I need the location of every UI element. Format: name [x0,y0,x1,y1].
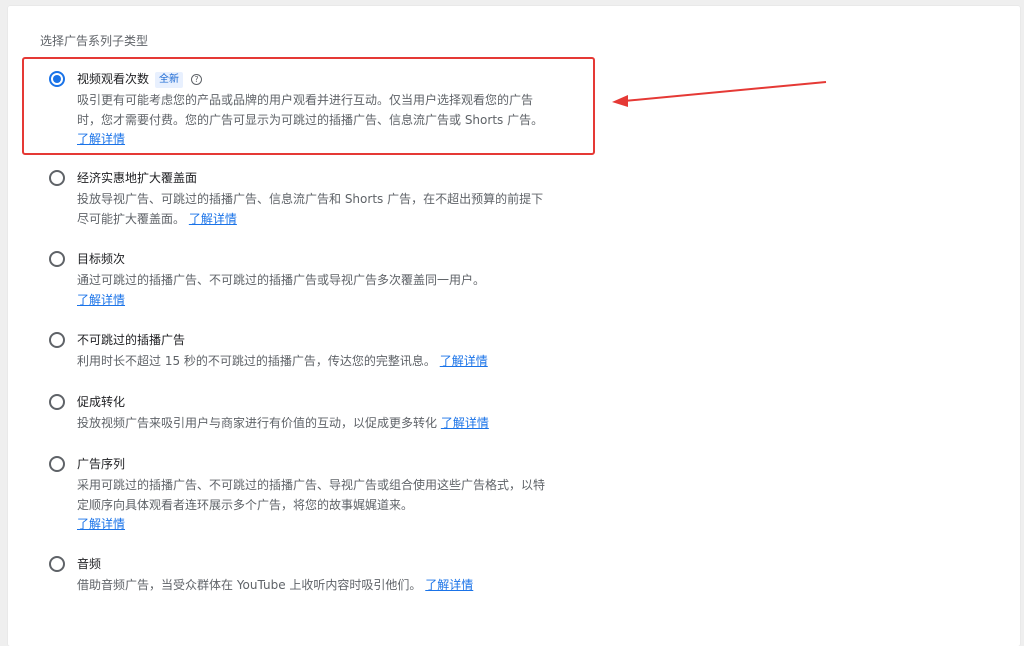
option-title: 广告序列 [77,457,126,471]
learn-more-link[interactable]: 了解详情 [77,517,125,531]
option-description: 投放视频广告来吸引用户与商家进行有价值的互动，以促成更多转化 了解详情 [77,414,551,434]
radio-button[interactable] [49,556,65,572]
learn-more-link[interactable]: 了解详情 [425,578,473,592]
option-title: 促成转化 [77,395,126,409]
option-description: 采用可跳过的插播广告、不可跳过的插播广告、导视广告或组合使用这些广告格式，以特定… [77,476,551,535]
option-description: 通过可跳过的插播广告、不可跳过的插播广告或导视广告多次覆盖同一用户。 了解详情 [77,271,551,310]
option-description-text: 通过可跳过的插播广告、不可跳过的插播广告或导视广告多次覆盖同一用户。 [77,273,486,287]
learn-more-link[interactable]: 了解详情 [189,212,237,226]
option-description-text: 借助音频广告，当受众群体在 YouTube 上收听内容时吸引他们。 [77,578,422,592]
option-description-text: 吸引更有可能考虑您的产品或品牌的用户观看并进行互动。仅当用户选择观看您的广告时，… [77,93,544,127]
option-title: 音频 [77,557,102,571]
learn-more-link[interactable]: 了解详情 [441,416,489,430]
help-circle-icon[interactable]: ? [191,74,203,85]
option-description-text: 投放视频广告来吸引用户与商家进行有价值的互动，以促成更多转化 [77,416,438,430]
option-title: 经济实惠地扩大覆盖面 [77,171,198,185]
learn-more-link[interactable]: 了解详情 [440,354,488,368]
option-title: 不可跳过的插播广告 [77,333,186,347]
radio-button[interactable] [49,170,65,186]
option-description: 吸引更有可能考虑您的产品或品牌的用户观看并进行互动。仅当用户选择观看您的广告时，… [77,91,551,150]
option-description: 投放导视广告、可跳过的插播广告、信息流广告和 Shorts 广告，在不超出预算的… [77,190,551,229]
section-title: 选择广告系列子类型 [40,34,149,48]
option-title: 目标频次 [77,252,126,266]
campaign-subtype-card: 选择广告系列子类型 视频观看次数 全新 ? 吸引更有可能考虑您的产品或品牌的用户… [8,6,1020,646]
radio-button[interactable] [49,394,65,410]
option-description-text: 投放导视广告、可跳过的插播广告、信息流广告和 Shorts 广告，在不超出预算的… [77,192,544,226]
option-description-text: 利用时长不超过 15 秒的不可跳过的插播广告，传达您的完整讯息。 [77,354,436,368]
radio-button[interactable] [49,251,65,267]
radio-button[interactable] [49,332,65,348]
option-description-text: 采用可跳过的插播广告、不可跳过的插播广告、导视广告或组合使用这些广告格式，以特定… [77,478,546,512]
radio-button[interactable] [49,456,65,472]
learn-more-link[interactable]: 了解详情 [77,293,125,307]
learn-more-link[interactable]: 了解详情 [77,132,125,146]
radio-button[interactable] [49,71,65,87]
new-badge: 全新 [155,71,184,88]
option-title: 视频观看次数 [77,72,150,86]
option-description: 利用时长不超过 15 秒的不可跳过的插播广告，传达您的完整讯息。 了解详情 [77,352,551,372]
option-description: 借助音频广告，当受众群体在 YouTube 上收听内容时吸引他们。 了解详情 [77,576,551,596]
